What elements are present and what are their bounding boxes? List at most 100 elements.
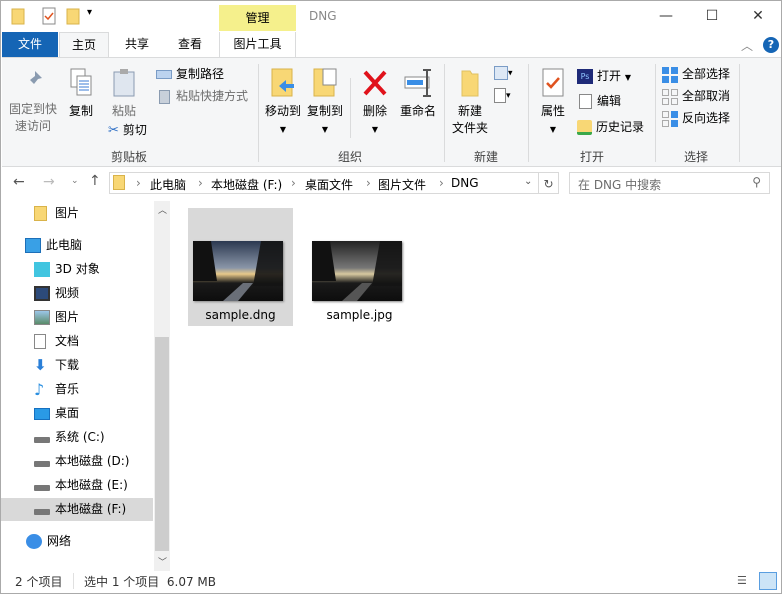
- rename-button[interactable]: 重命名: [396, 68, 440, 120]
- search-input[interactable]: 在 DNG 中搜索 ⚲: [569, 172, 770, 194]
- photoshop-icon: Ps: [577, 69, 593, 84]
- delete-button[interactable]: 删除 ▼: [356, 68, 394, 138]
- minimize-button[interactable]: —: [643, 1, 689, 31]
- scrollbar-thumb[interactable]: [155, 337, 169, 551]
- new-folder-quick-icon[interactable]: [66, 7, 80, 27]
- nav-item-drive-c[interactable]: 系统 (C:): [1, 426, 153, 449]
- network-icon: [26, 534, 42, 549]
- film-icon: [34, 286, 50, 301]
- tab-picture-tools[interactable]: 图片工具: [219, 32, 296, 57]
- history-icon: [577, 120, 592, 135]
- select-none-button[interactable]: 全部取消: [662, 85, 730, 107]
- divider: [73, 573, 74, 589]
- back-button[interactable]: ←: [13, 174, 25, 190]
- copy-path-icon: [156, 70, 172, 79]
- chevron-icon: ›: [439, 176, 444, 190]
- properties-button[interactable]: 属性 ▼: [534, 68, 572, 138]
- drive-icon: [34, 461, 50, 467]
- select-all-button[interactable]: 全部选择: [662, 63, 730, 85]
- nav-scrollbar[interactable]: ︿ ﹀: [154, 201, 170, 571]
- tab-file[interactable]: 文件: [2, 32, 58, 57]
- open-button[interactable]: Ps 打开 ▼: [577, 65, 631, 87]
- ribbon: 固定到快 速访问 复制 粘贴 复制路径 粘贴快捷方式 ✂ 剪切 剪贴板 移动到 ▼ 复…: [2, 57, 781, 167]
- drive-icon: [34, 509, 50, 515]
- download-icon: ⬇: [34, 356, 47, 374]
- desktop-icon: [34, 408, 50, 420]
- address-dropdown-icon[interactable]: ⌄: [524, 176, 532, 187]
- nav-item-pictures-quick[interactable]: 图片: [1, 202, 153, 225]
- group-label-organize: 组织: [337, 150, 362, 164]
- folder-icon: [113, 175, 125, 190]
- select-none-icon: [662, 88, 678, 105]
- edit-button[interactable]: 编辑: [577, 90, 621, 112]
- chevron-icon: ›: [366, 176, 371, 190]
- cut-button[interactable]: ✂ 剪切: [108, 119, 147, 141]
- file-item[interactable]: sample.dng: [188, 208, 293, 326]
- status-selection: 选中 1 个项目 6.07 MB: [84, 575, 217, 589]
- maximize-button[interactable]: ☐: [689, 1, 735, 31]
- close-button[interactable]: ✕: [735, 1, 781, 31]
- new-item-button[interactable]: ▾: [494, 66, 513, 80]
- nav-item-documents[interactable]: 文档: [1, 330, 153, 353]
- nav-item-downloads[interactable]: ⬇ 下载: [1, 354, 153, 377]
- nav-item-desktop[interactable]: 桌面: [1, 402, 153, 425]
- breadcrumb-item[interactable]: 图片文件: [378, 176, 426, 193]
- group-label-clipboard: 剪贴板: [110, 150, 147, 164]
- recent-locations-button[interactable]: ⌄: [71, 176, 79, 186]
- customize-quick-access-icon[interactable]: ▾: [87, 7, 92, 27]
- details-view-icon[interactable]: ☰: [737, 574, 753, 589]
- nav-item-3d-objects[interactable]: 3D 对象: [1, 258, 153, 281]
- breadcrumb-item[interactable]: 桌面文件: [305, 176, 353, 193]
- scroll-down-icon[interactable]: ﹀: [158, 555, 167, 568]
- breadcrumb-item[interactable]: 此电脑: [150, 176, 186, 193]
- address-bar[interactable]: › 此电脑 › 本地磁盘 (F:) › 桌面文件 › 图片文件 › DNG ⌄: [109, 172, 539, 194]
- copy-button[interactable]: 复制: [62, 68, 100, 120]
- easy-access-button[interactable]: ▾: [494, 88, 511, 103]
- copy-path-button[interactable]: 复制路径: [156, 63, 224, 85]
- tab-share[interactable]: 共享: [113, 32, 161, 57]
- help-icon[interactable]: ?: [763, 37, 779, 53]
- tab-view[interactable]: 查看: [165, 32, 215, 57]
- paste-button[interactable]: 粘贴: [106, 68, 142, 120]
- nav-item-videos[interactable]: 视频: [1, 282, 153, 305]
- invert-selection-button[interactable]: 反向选择: [662, 107, 730, 129]
- nav-item-drive-d[interactable]: 本地磁盘 (D:): [1, 450, 153, 473]
- drive-icon: [34, 485, 50, 491]
- new-folder-button[interactable]: 新建 文件夹: [448, 68, 492, 137]
- copy-icon: [70, 68, 92, 96]
- nav-item-pictures[interactable]: 图片: [1, 306, 153, 329]
- image-thumbnail: [312, 241, 402, 301]
- pin-quick-access-button[interactable]: 固定到快 速访问: [6, 68, 60, 135]
- nav-item-network[interactable]: 网络: [1, 530, 153, 553]
- chevron-icon: ›: [136, 176, 141, 190]
- delete-icon: [363, 70, 387, 96]
- paste-shortcut-button[interactable]: 粘贴快捷方式: [156, 85, 248, 107]
- folder-icon: [34, 206, 47, 221]
- refresh-button[interactable]: ↻: [539, 172, 559, 194]
- collapse-ribbon-icon[interactable]: ︿: [741, 37, 753, 54]
- nav-item-this-pc[interactable]: 此电脑: [1, 234, 153, 257]
- new-item-icon: [494, 66, 508, 80]
- breadcrumb-item[interactable]: DNG: [451, 176, 479, 190]
- up-button[interactable]: ↑: [89, 173, 101, 189]
- forward-button[interactable]: →: [43, 174, 55, 190]
- file-item[interactable]: sample.jpg: [307, 208, 412, 326]
- tab-home[interactable]: 主页: [59, 32, 109, 58]
- move-to-button[interactable]: 移动到 ▼: [262, 68, 304, 138]
- scroll-up-icon[interactable]: ︿: [158, 203, 167, 216]
- image-thumbnail: [193, 241, 283, 301]
- divider: [739, 64, 740, 162]
- history-button[interactable]: 历史记录: [577, 116, 644, 138]
- nav-item-drive-e[interactable]: 本地磁盘 (E:): [1, 474, 153, 497]
- copy-to-button[interactable]: 复制到 ▼: [304, 68, 346, 138]
- context-tab-manage[interactable]: 管理: [219, 5, 296, 31]
- divider: [528, 64, 529, 162]
- select-all-icon: [662, 66, 678, 83]
- breadcrumb-item[interactable]: 本地磁盘 (F:): [211, 176, 282, 193]
- large-icons-view-icon[interactable]: [759, 572, 777, 590]
- cube-icon: [34, 262, 50, 277]
- properties-quick-icon[interactable]: [42, 7, 56, 27]
- nav-item-music[interactable]: ♪ 音乐: [1, 378, 153, 401]
- divider: [350, 78, 351, 138]
- nav-item-drive-f[interactable]: 本地磁盘 (F:): [1, 498, 153, 521]
